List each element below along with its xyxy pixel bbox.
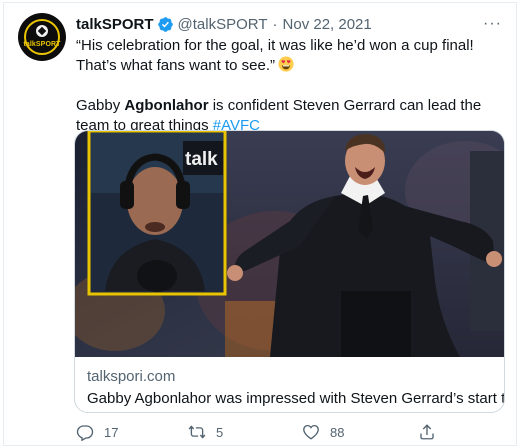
- avatar-logo-text: talkSPORT: [23, 41, 61, 48]
- tweet-body-start: Gabby: [76, 97, 125, 114]
- header-separator: ·: [272, 15, 278, 33]
- tweet-header: talkSPORT @talkSPORT · Nov 22, 2021: [76, 14, 372, 34]
- reply-count: 17: [104, 424, 119, 440]
- card-domain: talkspori.com: [87, 368, 176, 385]
- like-icon: [303, 424, 319, 440]
- tweet-date[interactable]: Nov 22, 2021: [283, 16, 372, 33]
- heart-eyes-emoji-icon: [278, 56, 294, 72]
- football-icon: [36, 25, 48, 37]
- author-handle[interactable]: @talkSPORT: [178, 16, 268, 33]
- share-icon: [420, 424, 434, 440]
- more-icon[interactable]: ···: [483, 15, 502, 33]
- card-image: talk: [75, 131, 504, 357]
- tweet-text: “His celebration for the goal, it was li…: [76, 36, 508, 136]
- inset-sign-text: talk: [185, 149, 218, 170]
- like-button[interactable]: 88: [302, 423, 344, 441]
- retweet-button[interactable]: 5: [188, 423, 223, 441]
- card-photo: talk: [75, 131, 504, 357]
- author-avatar[interactable]: talkSPORT: [18, 13, 66, 61]
- link-card[interactable]: talk talkspori.com Gabby Agbonlahor was …: [74, 130, 505, 413]
- retweet-icon: [188, 425, 206, 439]
- tweet-quote-text: “His celebration for the goal, it was li…: [76, 37, 474, 74]
- share-button[interactable]: [418, 423, 446, 441]
- card-title[interactable]: Gabby Agbonlahor was impressed with Stev…: [87, 389, 504, 408]
- retweet-count: 5: [216, 424, 224, 440]
- card-meta: talkspori.com Gabby Agbonlahor was impre…: [87, 367, 504, 408]
- tweet-body-name: Agbonlahor: [124, 97, 209, 114]
- reply-button[interactable]: 17: [76, 423, 118, 441]
- tweet-container[interactable]: talkSPORT talkSPORT @talkSPORT · Nov 22,…: [3, 2, 517, 446]
- like-count: 88: [330, 424, 345, 440]
- tweet-quote-line: “His celebration for the goal, it was li…: [76, 36, 508, 76]
- action-bar: 17 5 88: [76, 423, 496, 443]
- verified-badge-icon: [157, 16, 173, 32]
- author-name[interactable]: talkSPORT: [76, 16, 154, 33]
- reply-icon: [76, 425, 94, 441]
